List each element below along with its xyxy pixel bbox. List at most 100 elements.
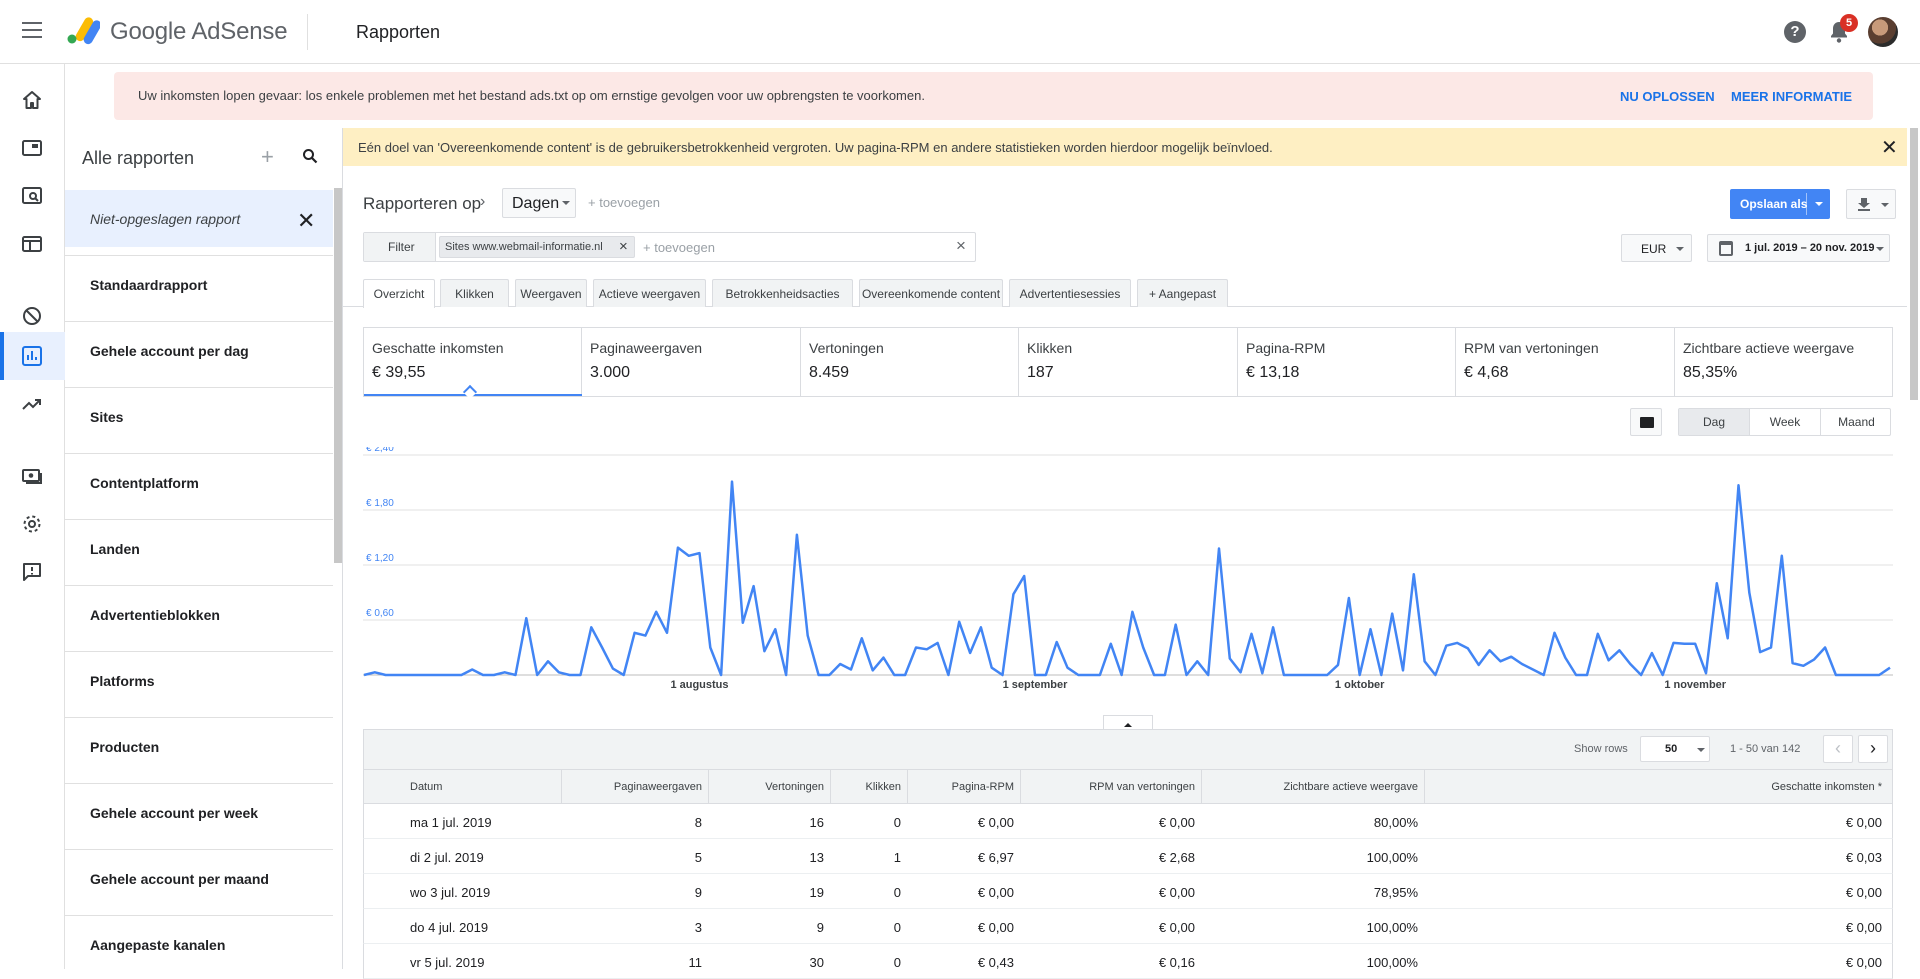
column-header-impression-rpm[interactable]: RPM van vertoningen — [1089, 781, 1195, 793]
column-header-date[interactable]: Datum — [410, 781, 442, 793]
tab-matched-content[interactable]: Overeenkomende content — [859, 279, 1003, 307]
tab-clicks[interactable]: Klikken — [440, 279, 509, 307]
search-icon[interactable] — [302, 148, 318, 164]
column-header-active-view[interactable]: Zichtbare actieve weergave — [1283, 781, 1418, 793]
nav-sites[interactable] — [0, 172, 65, 220]
report-item-label: Gehele account per dag — [90, 343, 249, 359]
column-divider — [1201, 770, 1202, 803]
account-avatar[interactable] — [1868, 17, 1898, 47]
site-search-icon — [22, 187, 42, 204]
kpi-clicks[interactable]: Klikken 187 — [1019, 328, 1238, 396]
add-dimension-link[interactable]: + toevoegen — [588, 195, 660, 210]
column-divider — [1020, 770, 1021, 803]
table-cell: 100,00% — [1366, 955, 1418, 970]
main-scrollbar[interactable] — [1910, 128, 1918, 400]
report-item[interactable]: Gehele account per week — [65, 783, 333, 840]
show-rows-label: Show rows — [1574, 743, 1628, 755]
kpi-active-view-viewable[interactable]: Zichtbare actieve weergave 85,35% — [1675, 328, 1892, 396]
dropdown-arrow-icon — [1876, 247, 1884, 255]
table-row[interactable]: wo 3 jul. 2019 9 19 0 € 0,00 € 0,00 78,95% € 0,… — [363, 874, 1893, 909]
dimension-select[interactable]: Dagen — [502, 188, 576, 218]
y-tick-label: € 1,80 — [366, 498, 394, 509]
report-table: Show rows 50 1 - 50 van 142 ‹ › Datum Pa… — [363, 729, 1893, 979]
clear-filters-icon[interactable]: × — [956, 236, 966, 256]
sidebar-scrollbar[interactable] — [334, 188, 342, 563]
chevron-up-icon — [1124, 719, 1132, 727]
table-row[interactable]: do 4 jul. 2019 3 9 0 € 0,00 € 0,00 100,00% € 0,… — [363, 909, 1893, 944]
tab-overview[interactable]: Overzicht — [363, 279, 435, 308]
next-page-button[interactable]: › — [1858, 735, 1888, 763]
column-header-estimated-earnings[interactable]: Geschatte inkomsten * — [1771, 781, 1882, 793]
report-item[interactable]: Aangepaste kanalen — [65, 915, 333, 972]
report-item[interactable]: Producten — [65, 717, 333, 774]
column-header-page-views[interactable]: Paginaweergaven — [614, 781, 702, 793]
save-as-button[interactable]: Opslaan als — [1730, 189, 1830, 219]
dropdown-arrow-icon[interactable] — [1815, 202, 1823, 210]
nav-payments[interactable] — [0, 452, 65, 500]
x-tick-label: 1 september — [1003, 679, 1069, 691]
tab-views[interactable]: Weergaven — [515, 279, 587, 307]
close-icon[interactable]: ✕ — [297, 208, 315, 234]
granularity-week-button[interactable]: Week — [1750, 409, 1821, 435]
annotations-button[interactable] — [1630, 408, 1662, 436]
nav-home[interactable] — [0, 76, 65, 124]
kpi-page-rpm[interactable]: Pagina-RPM € 13,18 — [1238, 328, 1456, 396]
granularity-day-button[interactable]: Dag — [1679, 409, 1750, 435]
report-item[interactable]: Contentplatform — [65, 453, 333, 510]
column-divider — [1424, 770, 1425, 803]
add-filter-input[interactable]: + toevoegen — [643, 240, 715, 255]
report-item[interactable]: Sites — [65, 387, 333, 444]
earnings-line-chart[interactable]: € 2,40 € 1,80 € 1,20 € 0,60 1 augustus 1 sept… — [363, 447, 1893, 697]
column-header-impressions[interactable]: Vertoningen — [765, 781, 824, 793]
fix-now-link[interactable]: NU OPLOSSEN — [1620, 89, 1715, 104]
filter-button[interactable]: Filter — [364, 233, 436, 261]
report-item[interactable]: Advertentieblokken — [65, 585, 333, 642]
report-item[interactable]: Gehele account per dag — [65, 321, 333, 378]
help-icon[interactable]: ? — [1784, 21, 1806, 43]
table-row[interactable]: di 2 jul. 2019 5 13 1 € 6,97 € 2,68 100,00% € 0… — [363, 839, 1893, 874]
collapse-chart-button[interactable] — [1103, 715, 1153, 729]
date-range-picker[interactable]: 1 jul. 2019 – 20 nov. 2019 — [1707, 234, 1890, 262]
kpi-impression-rpm[interactable]: RPM van vertoningen € 4,68 — [1456, 328, 1675, 396]
rows-per-page-select[interactable]: 50 — [1640, 736, 1710, 762]
filter-chip[interactable]: Sites www.webmail-informatie.nl × — [439, 236, 635, 258]
nav-reports[interactable] — [0, 332, 65, 380]
column-header-page-rpm[interactable]: Pagina-RPM — [952, 781, 1014, 793]
nav-optimization[interactable] — [0, 380, 65, 428]
granularity-month-button[interactable]: Maand — [1821, 409, 1892, 435]
tab-active-views[interactable]: Actieve weergaven — [593, 279, 706, 307]
kpi-page-views[interactable]: Paginaweergaven 3.000 — [582, 328, 801, 396]
payments-icon — [22, 469, 42, 484]
report-item[interactable]: Landen — [65, 519, 333, 576]
report-item-label: Producten — [90, 739, 160, 755]
kpi-estimated-earnings[interactable]: Geschatte inkomsten € 39,55 — [364, 328, 582, 400]
report-item[interactable]: Platforms — [65, 651, 333, 708]
remove-filter-icon[interactable]: × — [619, 238, 628, 255]
table-row[interactable]: ma 1 jul. 2019 8 16 0 € 0,00 € 0,00 80,00% € 0,… — [363, 804, 1893, 839]
nav-settings[interactable] — [0, 500, 65, 548]
nav-content[interactable] — [0, 220, 65, 268]
table-cell: wo 3 jul. 2019 — [410, 885, 491, 900]
kpi-value: 8.459 — [809, 364, 850, 381]
menu-icon[interactable] — [22, 22, 42, 38]
column-header-clicks[interactable]: Klikken — [866, 781, 901, 793]
add-report-icon[interactable]: + — [261, 144, 274, 170]
report-item-unsaved[interactable]: Niet-opgeslagen rapport ✕ — [65, 190, 333, 247]
report-item[interactable]: Standaardrapport — [65, 255, 333, 312]
tab-ad-sessions[interactable]: Advertentiesessies — [1009, 279, 1131, 307]
currency-select[interactable]: EUR — [1621, 234, 1692, 262]
more-info-link[interactable]: MEER INFORMATIE — [1731, 89, 1852, 104]
app-logo-text: Google AdSense — [110, 18, 288, 45]
close-icon[interactable]: ✕ — [1881, 135, 1898, 160]
tab-custom[interactable]: + Aangepast — [1137, 279, 1228, 307]
kpi-label: Vertoningen — [809, 340, 884, 356]
nav-feedback[interactable] — [0, 548, 65, 596]
tab-engagement[interactable]: Betrokkenheidsacties — [712, 279, 853, 307]
table-cell: € 0,00 — [1158, 885, 1195, 900]
nav-ads[interactable] — [0, 124, 65, 172]
download-button[interactable] — [1846, 189, 1896, 219]
table-row[interactable]: vr 5 jul. 2019 11 30 0 € 0,43 € 0,16 100,00% € … — [363, 944, 1893, 979]
previous-page-button[interactable]: ‹ — [1823, 735, 1853, 763]
report-item[interactable]: Gehele account per maand — [65, 849, 333, 906]
kpi-impressions[interactable]: Vertoningen 8.459 — [801, 328, 1019, 396]
